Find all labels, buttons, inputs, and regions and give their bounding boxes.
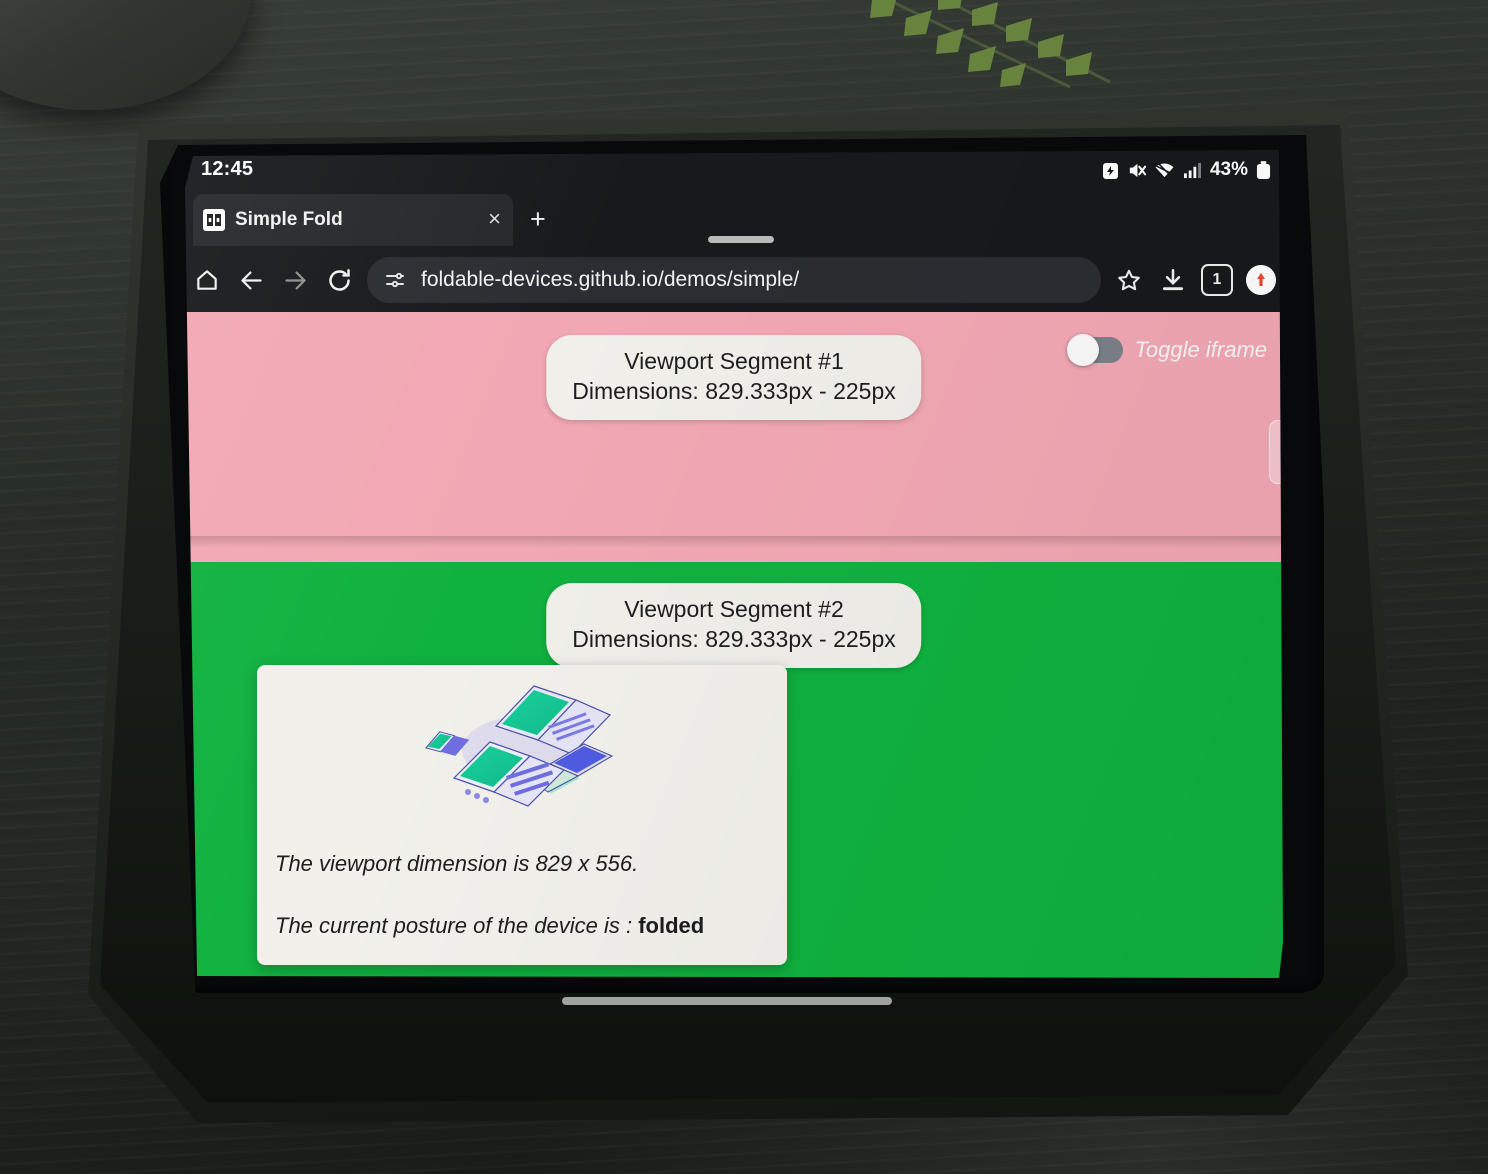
toggle-iframe-switch[interactable]	[1066, 334, 1123, 366]
site-settings-icon[interactable]	[383, 268, 407, 292]
battery-saver-icon	[1102, 162, 1118, 179]
omnibox[interactable]: foldable-devices.github.io/demos/simple/	[367, 257, 1101, 303]
web-page-content: Viewport Segment #1 Dimensions: 829.333p…	[185, 312, 1283, 978]
segment-2-dimensions: Dimensions: 829.333px - 225px	[572, 626, 896, 653]
segment-1-dimensions: Dimensions: 829.333px - 225px	[572, 378, 896, 405]
info-card: The viewport dimension is 829 x 556. The…	[257, 665, 787, 965]
close-icon[interactable]: ×	[488, 208, 501, 230]
toggle-knob	[1066, 334, 1099, 366]
viewport-segment-1: Viewport Segment #1 Dimensions: 829.333p…	[185, 312, 1283, 562]
segment-1-title: Viewport Segment #1	[624, 348, 844, 374]
tab-title: Simple Fold	[235, 209, 343, 230]
tab-count-button[interactable]: 1	[1195, 258, 1239, 302]
viewport-dimension-text: The viewport dimension is 829 x 556.	[275, 851, 639, 876]
segment-2-title: Viewport Segment #2	[624, 596, 844, 622]
photo-scene: 12:45 43% Simple Fold × + foldable-devic…	[0, 0, 1488, 1174]
simple-fold-favicon	[203, 209, 225, 231]
browser-toolbar: foldable-devices.github.io/demos/simple/…	[185, 248, 1283, 312]
new-tab-button[interactable]: +	[530, 206, 546, 233]
card-text: The viewport dimension is 829 x 556. The…	[257, 851, 787, 939]
posture-label: The current posture of the device is :	[275, 913, 639, 938]
toggle-iframe-control[interactable]: Toggle iframe	[1066, 334, 1267, 366]
android-status-bar: 12:45 43%	[185, 150, 1283, 192]
segment-2-info-pill: Viewport Segment #2 Dimensions: 829.333p…	[546, 583, 922, 668]
posture-text: The current posture of the device is : f…	[275, 913, 769, 939]
download-icon[interactable]	[1151, 258, 1195, 302]
avatar	[1246, 265, 1276, 295]
viewport-segment-2: Viewport Segment #2 Dimensions: 829.333p…	[185, 562, 1283, 978]
url-text[interactable]: foldable-devices.github.io/demos/simple/	[421, 268, 799, 292]
browser-tab-strip: Simple Fold × +	[185, 192, 1283, 248]
tab-count-label: 1	[1201, 264, 1233, 296]
browser-tab[interactable]: Simple Fold ×	[193, 194, 513, 246]
profile-avatar[interactable]	[1239, 258, 1283, 302]
home-icon[interactable]	[185, 258, 229, 302]
status-icons: 43%	[1102, 159, 1271, 181]
tab-strip-handle[interactable]	[708, 236, 774, 243]
reload-icon[interactable]	[317, 258, 361, 302]
device-screen: 12:45 43% Simple Fold × + foldable-devic…	[185, 150, 1283, 978]
posture-value: folded	[638, 913, 705, 938]
back-icon[interactable]	[229, 258, 273, 302]
cellular-signal-icon	[1183, 162, 1201, 178]
plant-sprig	[870, 0, 1111, 89]
mute-icon	[1129, 163, 1146, 177]
wifi-icon	[1155, 161, 1174, 178]
background-bowl	[0, 0, 250, 110]
segment-1-info-pill: Viewport Segment #1 Dimensions: 829.333p…	[546, 335, 922, 420]
battery-icon	[1256, 160, 1271, 179]
foldable-devices-illustration	[257, 665, 787, 821]
status-clock: 12:45	[201, 158, 254, 180]
bookmark-star-icon[interactable]	[1107, 258, 1151, 302]
forward-icon[interactable]	[273, 258, 317, 302]
toggle-iframe-label: Toggle iframe	[1134, 337, 1267, 362]
battery-percent-label: 43%	[1209, 159, 1248, 180]
gesture-navigation-bar[interactable]	[562, 997, 892, 1005]
